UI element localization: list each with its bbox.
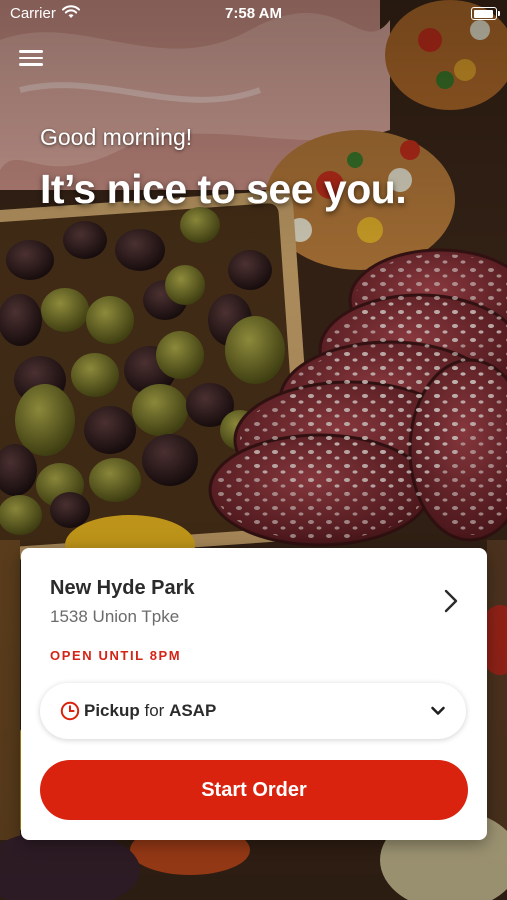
status-bar: Carrier 7:58 AM: [0, 0, 507, 28]
clock-icon: [60, 701, 80, 721]
app-screen: Carrier 7:58 AM Good morning! It’s nice …: [0, 0, 507, 900]
order-connector: for: [144, 701, 165, 720]
hamburger-menu-icon[interactable]: [18, 46, 44, 70]
order-time: ASAP: [169, 701, 217, 720]
location-name[interactable]: New Hyde Park: [50, 577, 195, 600]
chevron-down-icon[interactable]: [430, 703, 446, 719]
greeting-subtitle: Good morning!: [40, 124, 193, 150]
location-address[interactable]: 1538 Union Tpke: [50, 607, 179, 627]
store-hours-status: OPEN UNTIL 8PM: [50, 648, 182, 663]
greeting-title: It’s nice to see you.: [40, 166, 407, 212]
status-time: 7:58 AM: [225, 5, 282, 22]
order-method: Pickup: [84, 701, 140, 720]
start-order-button[interactable]: Start Order: [40, 760, 468, 820]
order-mode-selector[interactable]: Pickup for ASAP: [40, 683, 466, 739]
battery-icon: [471, 7, 500, 20]
chevron-right-icon[interactable]: [439, 587, 463, 615]
location-card: New Hyde Park 1538 Union Tpke OPEN UNTIL…: [21, 548, 487, 840]
order-mode-text: Pickup for ASAP: [84, 701, 216, 721]
